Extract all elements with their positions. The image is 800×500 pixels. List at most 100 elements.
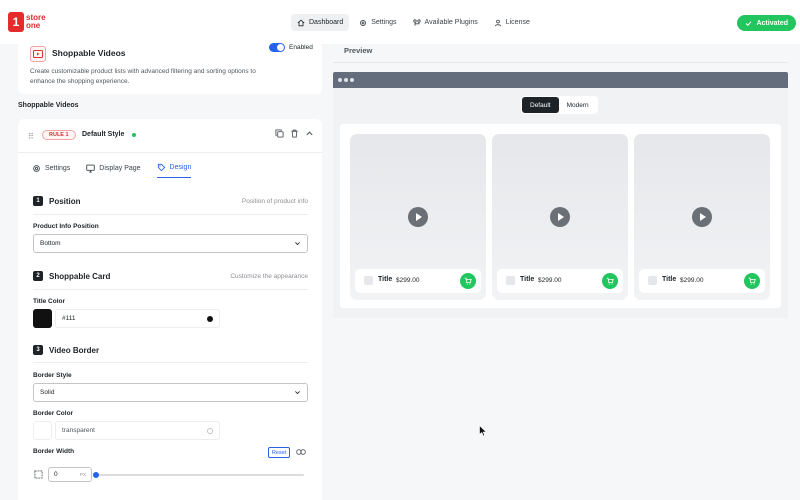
tab-display-page-label: Display Page — [99, 164, 141, 172]
browser-bar — [333, 72, 788, 88]
product-thumb — [648, 276, 657, 285]
border-width-slider[interactable] — [93, 472, 304, 478]
nav-available-plugins[interactable]: Available Plugins — [407, 14, 484, 31]
brush-icon — [157, 163, 165, 172]
nav-settings[interactable]: Settings — [353, 14, 402, 31]
trash-icon[interactable] — [290, 129, 299, 138]
step-divider — [33, 289, 308, 290]
color-picker-icon[interactable] — [207, 315, 213, 322]
nav-settings-label: Settings — [371, 19, 397, 26]
step-hint: Position of product info — [241, 198, 308, 205]
logo-mark: 1 — [8, 12, 24, 32]
tab-design-label: Design — [169, 164, 192, 171]
gear-icon — [360, 19, 367, 26]
drag-handle-icon[interactable]: ⠿ — [28, 132, 34, 141]
select-value: Solid — [40, 389, 55, 396]
product-info-position-select[interactable]: Bottom — [33, 234, 308, 253]
product-card[interactable]: Title $299.00 — [492, 134, 628, 300]
step-position: 1 Position — [33, 196, 81, 206]
module-title: Shoppable Videos — [52, 48, 126, 58]
section-title: Shoppable Videos — [18, 102, 79, 109]
preview-mode-switch: Default Modern — [521, 96, 598, 114]
rule-actions — [275, 129, 314, 138]
step-number: 2 — [33, 271, 43, 281]
rule-status-dot — [132, 133, 136, 137]
border-color-label: Border Color — [33, 410, 74, 417]
step-hint: Customize the appearance — [230, 273, 308, 280]
preview-divider — [333, 62, 788, 63]
enabled-toggle[interactable] — [269, 43, 285, 52]
rule-card: ⠿ RULE 1 Default Style Settings Display … — [18, 119, 322, 500]
nav-dashboard-label: Dashboard — [309, 19, 344, 26]
top-bar: 1 store one Dashboard Settings Available… — [0, 0, 800, 44]
product-title: Title — [662, 276, 677, 283]
preview-frame: Default Modern Title $299.00 Title $299.… — [333, 72, 788, 318]
preview-title: Preview — [344, 46, 373, 55]
link-icon[interactable] — [296, 448, 306, 456]
mode-default[interactable]: Default — [522, 97, 559, 113]
chevron-up-icon[interactable] — [305, 129, 314, 138]
cart-icon[interactable] — [602, 273, 618, 289]
mode-modern[interactable]: Modern — [559, 97, 597, 113]
product-info: Title $299.00 — [497, 269, 623, 293]
module-description: Create customizable product lists with a… — [30, 68, 256, 85]
check-icon — [746, 20, 752, 26]
title-color-swatch[interactable] — [33, 309, 52, 328]
product-grid: Title $299.00 Title $299.00 Title $299.0… — [340, 124, 781, 308]
tab-display-page[interactable]: Display Page — [86, 163, 141, 178]
user-icon — [494, 19, 501, 26]
main-nav: Dashboard Settings Available Plugins Lic… — [291, 14, 536, 31]
nav-license-label: License — [505, 19, 530, 26]
slider-handle[interactable] — [93, 472, 99, 478]
step-number: 3 — [33, 345, 43, 355]
step-divider — [33, 214, 308, 215]
product-card[interactable]: Title $299.00 — [634, 134, 770, 300]
store-one-logo[interactable]: 1 store one — [8, 12, 46, 32]
tab-settings[interactable]: Settings — [32, 163, 70, 178]
plugins-icon — [412, 18, 421, 26]
product-price: $299.00 — [538, 276, 562, 284]
border-width-input[interactable]: 0 PX — [48, 467, 92, 482]
cart-icon[interactable] — [460, 273, 476, 289]
border-width-value: 0 — [54, 471, 58, 478]
activated-badge[interactable]: Activated — [737, 15, 796, 31]
browser-dot — [338, 78, 342, 82]
enabled-label: Enabled — [289, 44, 313, 51]
play-icon[interactable] — [408, 207, 428, 227]
select-value: Bottom — [40, 240, 61, 247]
activated-label: Activated — [756, 19, 788, 27]
rule-badge: RULE 1 — [42, 130, 76, 140]
border-style-label: Border Style — [33, 372, 72, 379]
settings-panel: Shoppable Videos Enabled Create customiz… — [0, 42, 330, 500]
browser-dot — [350, 78, 354, 82]
product-thumb — [506, 276, 515, 285]
border-style-select[interactable]: Solid — [33, 383, 308, 402]
product-card[interactable]: Title $299.00 — [350, 134, 486, 300]
title-color-label: Title Color — [33, 298, 66, 305]
title-color-value: #111 — [62, 315, 76, 322]
tab-design[interactable]: Design — [156, 163, 192, 178]
cart-icon[interactable] — [744, 273, 760, 289]
chevron-down-icon — [295, 242, 300, 246]
duplicate-icon[interactable] — [275, 129, 284, 138]
play-icon[interactable] — [692, 207, 712, 227]
home-icon — [297, 19, 305, 26]
monitor-icon — [86, 164, 96, 173]
border-color-swatch[interactable] — [33, 421, 52, 440]
border-color-input[interactable]: transparent — [55, 421, 220, 440]
step-title: Position — [49, 196, 81, 206]
step-shoppable-card: 2 Shoppable Card — [33, 271, 110, 281]
rule-name: Default Style — [82, 131, 125, 138]
color-picker-icon[interactable] — [207, 427, 213, 434]
step-number: 1 — [33, 196, 43, 206]
nav-available-plugins-label: Available Plugins — [424, 19, 478, 26]
browser-dot — [344, 78, 348, 82]
play-icon[interactable] — [550, 207, 570, 227]
reset-button[interactable]: Reset — [268, 447, 290, 458]
nav-license[interactable]: License — [488, 14, 536, 31]
step-video-border: 3 Video Border — [33, 345, 99, 355]
nav-dashboard[interactable]: Dashboard — [291, 14, 350, 31]
logo-text-line2: one — [26, 21, 41, 30]
product-title: Title — [378, 276, 393, 283]
title-color-input[interactable]: #111 — [55, 309, 220, 328]
